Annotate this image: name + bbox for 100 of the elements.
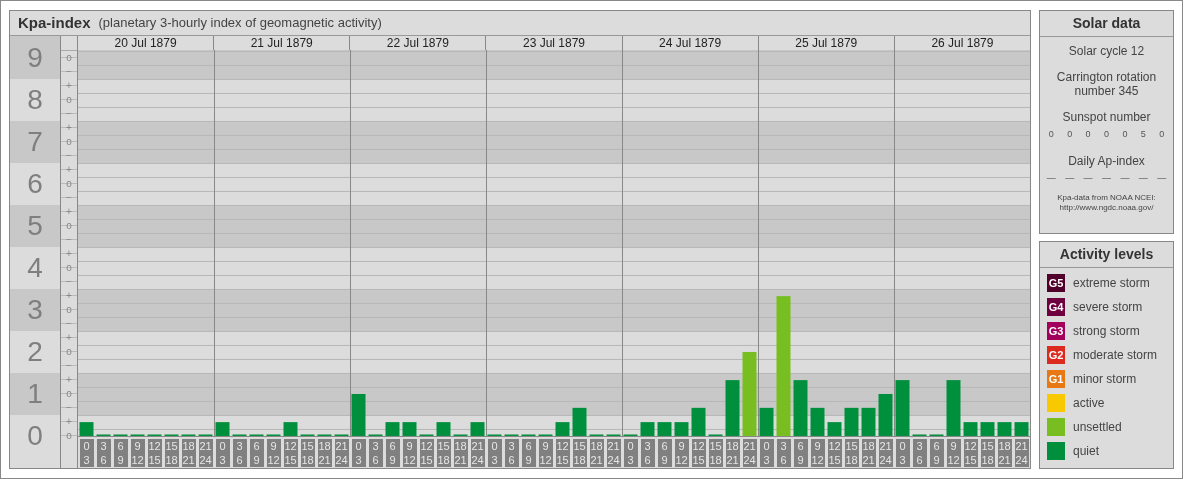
carrington-rotation-text: Carrington rotation number 345 [1055,70,1158,98]
time-slot-label: 3 6 [232,439,247,467]
level-label: unsettled [1073,419,1122,436]
time-slot-label: 18 21 [725,439,740,467]
time-slot-label: 3 6 [912,439,927,467]
kp-minor-mark: + [66,122,72,134]
kp-scale-label: 7 [27,126,43,158]
time-slot-label: 18 21 [861,439,876,467]
time-slot-label: 6 9 [521,439,536,467]
level-label: minor storm [1073,371,1137,388]
time-slot-label: 0 3 [79,439,94,467]
time-slot-label: 9 12 [130,439,145,467]
level-label: quiet [1073,443,1100,460]
time-slot-label: 3 6 [368,439,383,467]
kp-minor-mark: o [66,178,72,190]
sunspot-value: 0 [1067,128,1073,141]
ap-index-value: — [1046,171,1056,185]
time-slot-label: 0 3 [487,439,502,467]
day-date-label: 23 Jul 1879 [522,37,585,50]
day-date-label: 20 Jul 1879 [114,37,177,50]
time-slot-label: 15 18 [436,439,451,467]
level-label: extreme storm [1073,275,1150,292]
kp-minor-mark: − [66,360,72,372]
time-slot-label: 9 12 [538,439,553,467]
time-slot-label: 21 24 [334,439,349,467]
time-slot-label: 12 15 [283,439,298,467]
kp-scale-label: 0 [27,420,43,452]
kp-scale-label: 1 [27,378,43,410]
kp-minor-mark: + [66,80,72,92]
kp-minor-mark: + [66,332,72,344]
kp-minor-mark: − [66,108,72,120]
kp-minor-mark: − [66,192,72,204]
day-date-label: 22 Jul 1879 [386,37,449,50]
kp-minor-mark: o [66,346,72,358]
time-slot-label: 0 3 [895,439,910,467]
ap-index-value: — [1138,171,1148,185]
time-slot-label: 12 15 [555,439,570,467]
time-slot-label: 3 6 [640,439,655,467]
ap-index-value: — [1101,171,1111,185]
kp-scale-label: 3 [27,294,43,326]
time-slot-label: 0 3 [759,439,774,467]
time-slot-label: 3 6 [96,439,111,467]
time-slot-label: 15 18 [572,439,587,467]
time-slot-label: 21 24 [470,439,485,467]
ap-index-value: — [1065,171,1075,185]
kp-minor-mark: o [66,220,72,232]
kp-minor-mark: + [66,248,72,260]
level-label: active [1073,395,1105,412]
time-slot-label: 18 21 [997,439,1012,467]
sunspot-value: 0 [1048,128,1054,141]
time-slot-label: 3 6 [504,439,519,467]
day-date-label: 25 Jul 1879 [795,37,858,50]
time-slot-label: 12 15 [691,439,706,467]
chart-title: Kpa-index [18,12,91,33]
time-slot-label: 15 18 [844,439,859,467]
data-source-note: http://www.ngdc.noaa.gov/ [1058,203,1155,213]
panel-heading: Solar data [1072,14,1141,33]
chart-subtitle: (planetary 3-hourly index of geomagnetic activity) [98,14,382,33]
sunspot-value: 0 [1159,128,1165,141]
time-slot-label: 15 18 [708,439,723,467]
badge-label: G5 [1048,277,1064,289]
badge-label: G3 [1048,325,1064,337]
ap-index-label: Daily Ap-index [1068,152,1145,170]
kp-scale-label: 9 [27,42,43,74]
time-slot-label: 9 12 [674,439,689,467]
sunspot-value: 5 [1140,128,1146,141]
kp-minor-mark: − [66,402,72,414]
kp-minor-mark: o [66,136,72,148]
kp-minor-mark: o [66,388,72,400]
time-slot-label: 18 21 [317,439,332,467]
time-slot-label: 0 3 [215,439,230,467]
time-slot-label: 0 3 [623,439,638,467]
time-slot-label: 21 24 [1014,439,1029,467]
time-slot-label: 21 24 [878,439,893,467]
kp-minor-mark: o [66,52,72,64]
kp-scale-label: 2 [27,336,43,368]
time-slot-label: 21 24 [198,439,213,467]
time-slot-label: 15 18 [300,439,315,467]
level-label: severe storm [1073,299,1143,316]
level-label: moderate storm [1073,347,1158,364]
kp-minor-mark: − [66,318,72,330]
time-slot-label: 18 21 [181,439,196,467]
time-slot-label: 18 21 [589,439,604,467]
sunspot-value: 0 [1085,128,1091,141]
time-slot-label: 12 15 [963,439,978,467]
time-slot-label: 9 12 [810,439,825,467]
time-slot-label: 6 9 [385,439,400,467]
kp-minor-mark: − [66,66,72,78]
sunspot-value: 0 [1122,128,1128,141]
time-slot-label: 6 9 [657,439,672,467]
ap-index-value: — [1083,171,1093,185]
kp-minor-mark: o [66,304,72,316]
day-date-label: 21 Jul 1879 [250,37,313,50]
kp-minor-mark: o [66,262,72,274]
badge-label: G2 [1048,349,1064,361]
sunspot-value: 0 [1103,128,1109,141]
time-slot-label: 18 21 [453,439,468,467]
time-slot-label: 6 9 [113,439,128,467]
time-slot-label: 6 9 [793,439,808,467]
time-slot-label: 12 15 [147,439,162,467]
